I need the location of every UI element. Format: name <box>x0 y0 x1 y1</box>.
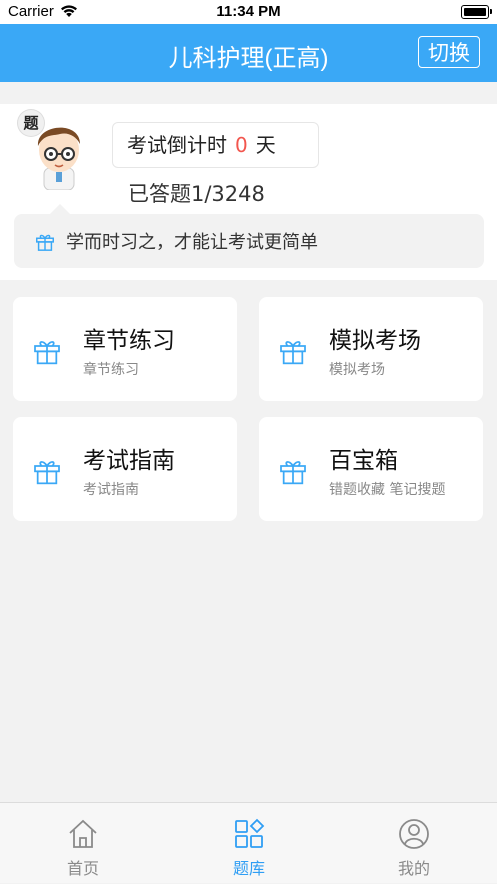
module-title: 章节练习 <box>83 328 175 354</box>
nav-bar: 儿科护理(正高) 切换 <box>0 24 497 82</box>
answered-progress: 已答题1/3248 <box>128 182 265 206</box>
motto-text: 学而时习之，才能让考试更简单 <box>66 232 318 253</box>
tab-label: 我的 <box>397 859 430 878</box>
module-subtitle: 考试指南 <box>83 482 139 498</box>
avatar[interactable]: 题 <box>18 110 98 191</box>
module-card-chapter-practice[interactable]: 章节练习 章节练习 <box>13 297 237 401</box>
module-subtitle: 错题收藏 笔记搜题 <box>329 482 446 498</box>
home-icon <box>69 819 97 848</box>
status-bar: Carrier 11:34 PM <box>0 0 497 24</box>
battery-icon <box>461 5 492 19</box>
gift-icon <box>34 461 60 485</box>
exam-countdown[interactable]: 考试倒计时 0 天 <box>112 122 319 168</box>
module-card-exam-guide[interactable]: 考试指南 考试指南 <box>13 417 237 521</box>
module-title: 模拟考场 <box>329 328 421 354</box>
gift-icon <box>34 341 60 365</box>
clock: 11:34 PM <box>216 3 281 20</box>
module-title: 考试指南 <box>83 448 175 474</box>
module-subtitle: 模拟考场 <box>329 362 385 378</box>
tab-bar: 首页 题库 我的 <box>0 802 497 883</box>
module-card-toolbox[interactable]: 百宝箱 错题收藏 笔记搜题 <box>259 417 483 521</box>
gift-icon <box>36 234 54 251</box>
avatar-tag: 题 <box>18 110 44 136</box>
switch-button[interactable]: 切换 <box>418 36 480 68</box>
question-bank-icon <box>235 818 265 848</box>
tab-home[interactable]: 首页 <box>0 803 166 884</box>
tab-question-bank[interactable]: 题库 <box>166 803 332 884</box>
profile-card: 题 考试倒计时 0 天 已答题1/3248 学而时习之，才能让考试更简单 <box>0 104 497 280</box>
gift-icon <box>280 341 306 365</box>
countdown-days: 0 <box>235 133 248 157</box>
profile-icon <box>399 819 429 849</box>
motto-banner: 学而时习之，才能让考试更简单 <box>14 204 484 268</box>
countdown-unit: 天 <box>255 133 276 157</box>
module-title: 百宝箱 <box>329 448 398 474</box>
tab-label: 首页 <box>66 859 99 878</box>
tab-label: 题库 <box>232 859 265 878</box>
tab-mine[interactable]: 我的 <box>331 803 497 884</box>
gift-icon <box>280 461 306 485</box>
countdown-label: 考试倒计时 <box>127 133 227 157</box>
module-subtitle: 章节练习 <box>83 362 139 378</box>
module-card-mock-exam[interactable]: 模拟考场 模拟考场 <box>259 297 483 401</box>
